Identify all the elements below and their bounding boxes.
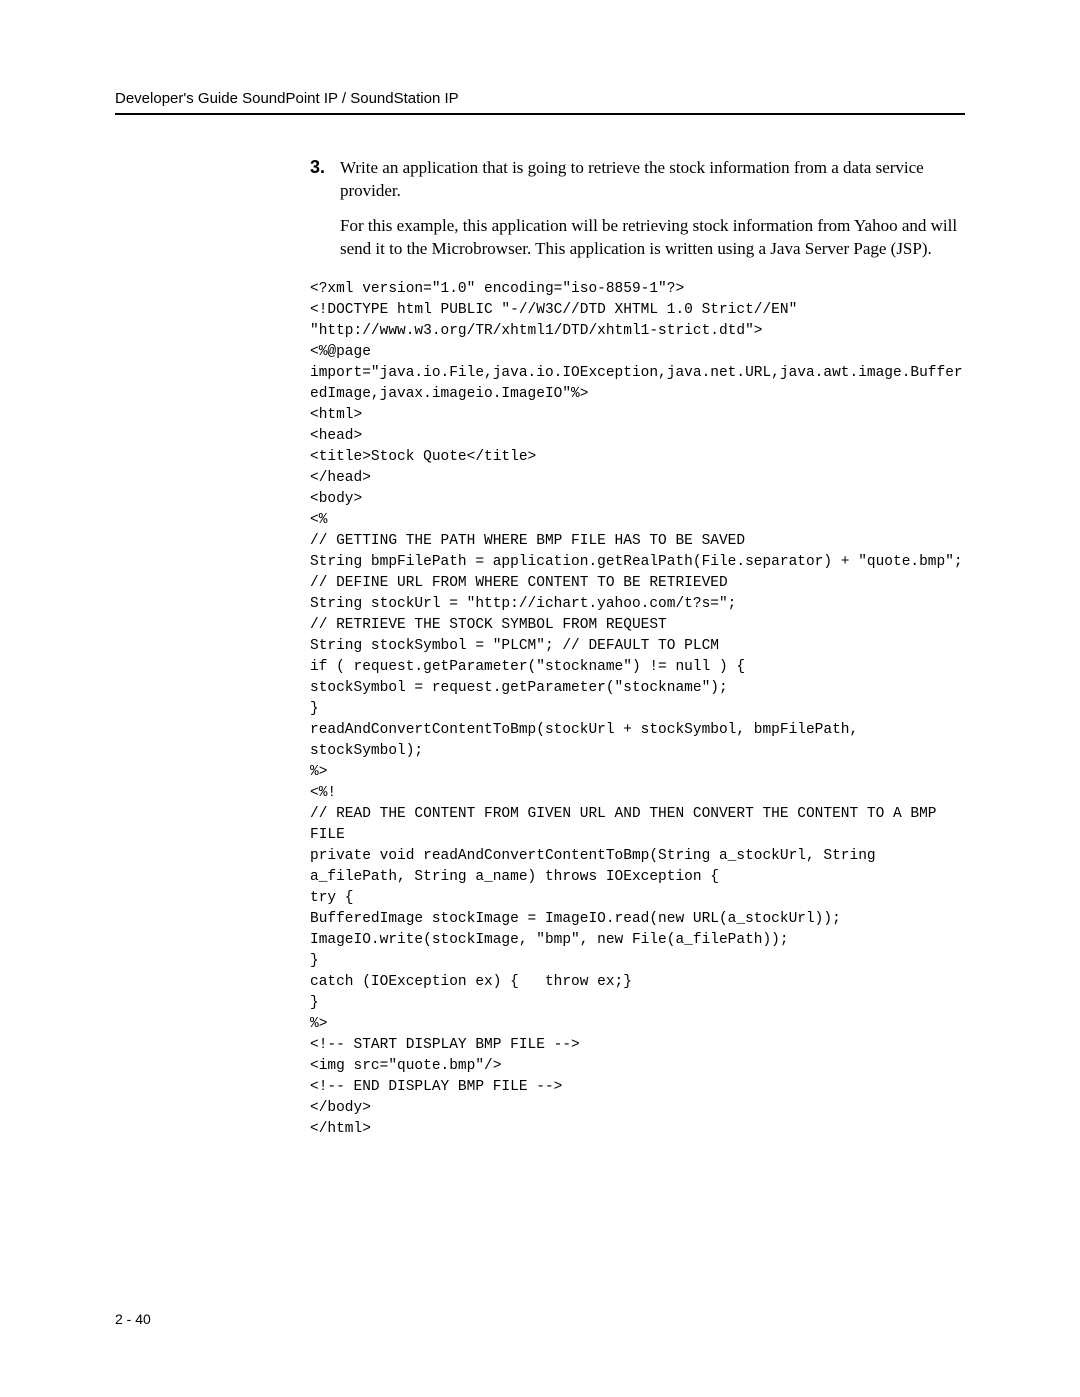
main-content: 3. Write an application that is going to…	[115, 157, 965, 1140]
step-text: Write an application that is going to re…	[340, 157, 965, 203]
step-3: 3. Write an application that is going to…	[310, 157, 965, 203]
page-number: 2 - 40	[115, 1311, 151, 1327]
step-number: 3.	[310, 157, 340, 203]
running-header: Developer's Guide SoundPoint IP / SoundS…	[115, 90, 965, 115]
code-block: <?xml version="1.0" encoding="iso-8859-1…	[310, 279, 965, 1141]
step-subpara: For this example, this application will …	[340, 215, 965, 261]
page: Developer's Guide SoundPoint IP / SoundS…	[0, 0, 1080, 1397]
